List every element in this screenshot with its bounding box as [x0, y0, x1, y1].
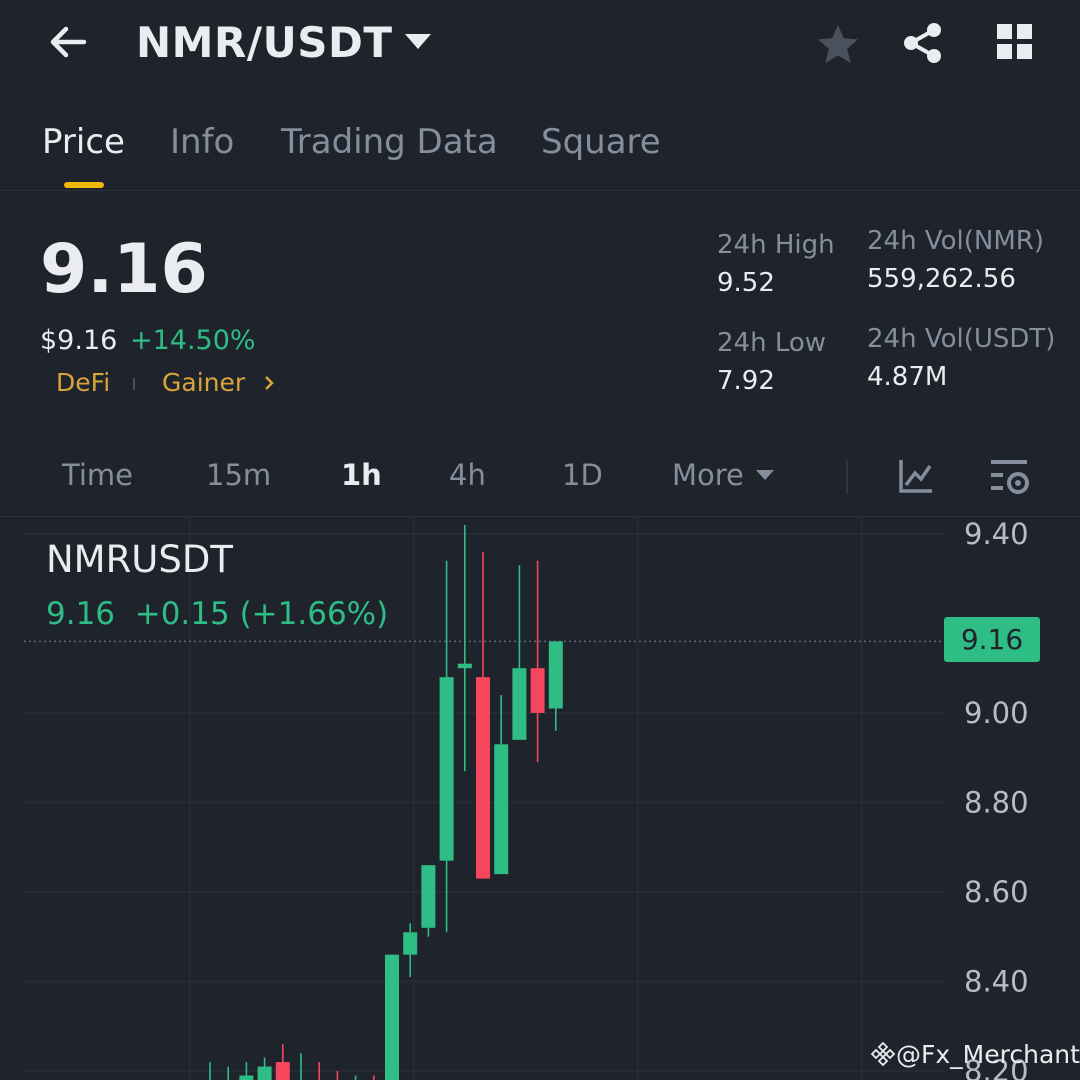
y-axis-ticks: 9.409.008.808.608.408.20 — [964, 517, 1029, 1080]
y-tick-label: 8.80 — [964, 785, 1029, 819]
candle-body — [421, 865, 436, 928]
grid-icon[interactable] — [995, 22, 1035, 62]
chevron-right-icon[interactable] — [262, 375, 276, 391]
watermark-text: @Fx_Merchant — [896, 1040, 1080, 1069]
candle-body — [457, 663, 472, 669]
interval-4h[interactable]: 4h — [449, 458, 486, 492]
candle-body — [275, 1062, 290, 1080]
candle-body — [494, 744, 509, 875]
last-price: 9.16 — [40, 230, 208, 309]
high-label: 24h High — [717, 230, 835, 260]
chart-legend: 9.16 +0.15 (+1.66%) — [46, 596, 389, 632]
indicator-chart-icon[interactable] — [896, 456, 936, 496]
usd-price: $9.16 — [40, 325, 118, 356]
change-percent: +14.50% — [130, 325, 256, 356]
tabs-divider — [0, 190, 1080, 191]
candle-body — [548, 641, 563, 709]
y-tick-label: 9.40 — [964, 517, 1029, 551]
high-value: 9.52 — [717, 268, 775, 298]
more-caret-icon[interactable] — [756, 470, 774, 480]
interval-1d[interactable]: 1D — [562, 458, 603, 492]
tab-square[interactable]: Square — [541, 122, 661, 162]
current-price-tag: 9.16 — [944, 617, 1040, 662]
star-icon[interactable] — [815, 22, 861, 68]
tab-price[interactable]: Price — [42, 122, 125, 162]
pair-title[interactable]: NMR/USDT — [136, 18, 393, 67]
active-tab-indicator — [64, 182, 104, 188]
chevron-down-icon[interactable] — [405, 34, 431, 49]
candle-body — [439, 677, 454, 861]
candle-body — [239, 1075, 254, 1080]
share-icon[interactable] — [900, 20, 946, 66]
vol-usdt-value: 4.87M — [867, 362, 948, 392]
chart-settings-icon[interactable] — [988, 456, 1032, 500]
candle-body — [530, 668, 545, 713]
low-value: 7.92 — [717, 366, 775, 396]
interval-more[interactable]: More — [672, 458, 744, 492]
tag-gainer[interactable]: Gainer — [162, 368, 245, 397]
y-tick-label: 9.00 — [964, 696, 1029, 730]
low-label: 24h Low — [717, 328, 827, 358]
candle-body — [385, 954, 399, 1080]
tag-separator — [133, 378, 135, 390]
interval-time[interactable]: Time — [62, 458, 133, 492]
y-tick-label: 8.40 — [964, 965, 1029, 999]
vol-nmr-label: 24h Vol(NMR) — [867, 226, 1044, 256]
back-arrow-icon[interactable] — [44, 18, 92, 66]
chart-symbol: NMRUSDT — [46, 538, 233, 581]
candle-body — [476, 677, 490, 879]
candle-body — [403, 932, 418, 955]
interval-1h[interactable]: 1h — [341, 458, 382, 492]
interval-15m[interactable]: 15m — [206, 458, 271, 492]
vol-usdt-label: 24h Vol(USDT) — [867, 324, 1056, 354]
interval-divider — [846, 460, 848, 494]
candle-body — [512, 668, 527, 740]
candle-body — [257, 1066, 272, 1080]
watermark: @Fx_Merchant — [870, 1040, 1080, 1069]
y-tick-label: 8.60 — [964, 875, 1029, 909]
tab-trading-data[interactable]: Trading Data — [281, 122, 498, 162]
binance-logo-icon — [870, 1041, 896, 1067]
vol-nmr-value: 559,262.56 — [867, 264, 1016, 294]
tab-info[interactable]: Info — [170, 122, 234, 162]
tag-defi[interactable]: DeFi — [56, 368, 110, 397]
